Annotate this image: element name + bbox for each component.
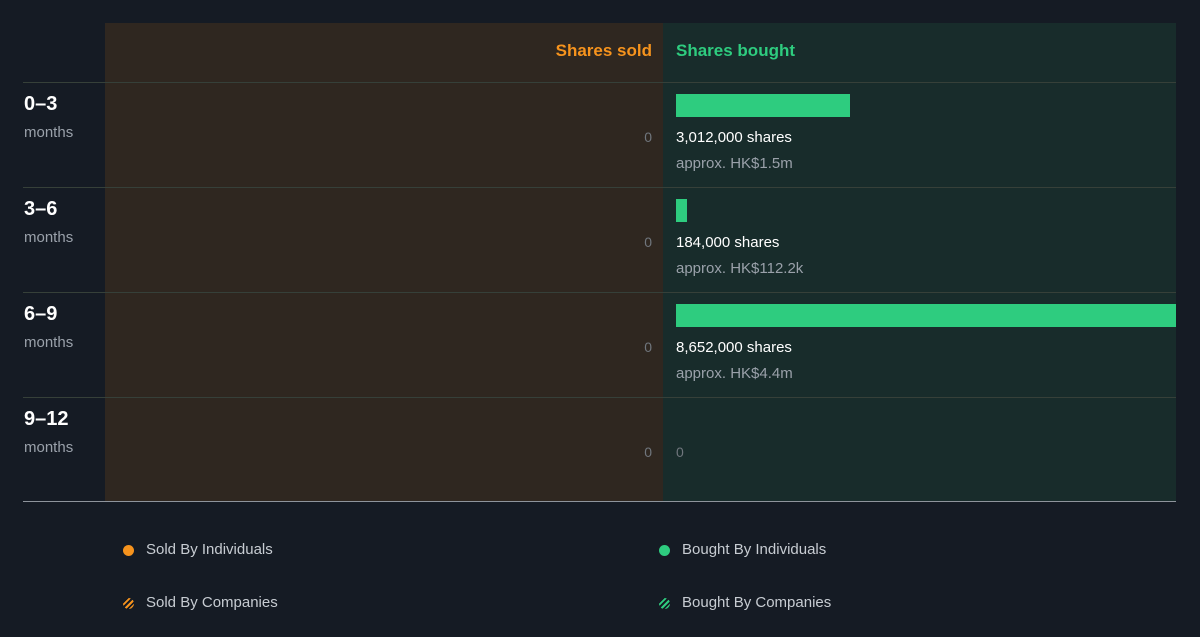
row-divider bbox=[23, 397, 1176, 398]
row-label-0-3: 0–3 months bbox=[24, 92, 73, 142]
sold-value: 0 bbox=[644, 339, 652, 355]
bought-zero-value: 0 bbox=[676, 444, 684, 460]
insider-trading-chart: Shares sold Shares bought 0–3 months 0 3… bbox=[0, 0, 1200, 637]
legend-sold-individuals: Sold By Individuals bbox=[146, 541, 273, 558]
bought-bar bbox=[676, 94, 850, 117]
sold-companies-striped-icon bbox=[123, 598, 134, 609]
bought-approx-value: approx. HK$1.5m bbox=[676, 155, 793, 172]
bought-approx-value: approx. HK$4.4m bbox=[676, 365, 793, 382]
row-range: 3–6 bbox=[24, 198, 58, 220]
bought-bar bbox=[676, 199, 687, 222]
shares-bought-header: Shares bought bbox=[676, 41, 796, 60]
sold-value: 0 bbox=[644, 129, 652, 145]
chart-baseline bbox=[23, 501, 1176, 502]
sold-individuals-dot-icon bbox=[123, 545, 134, 556]
row-label-6-9: 6–9 months bbox=[24, 302, 73, 352]
sold-value: 0 bbox=[644, 444, 652, 460]
row-unit: months bbox=[24, 229, 74, 246]
bought-bar bbox=[676, 304, 1176, 327]
bought-companies-striped-icon bbox=[659, 598, 670, 609]
bought-shares-label: 184,000 shares bbox=[676, 234, 780, 251]
row-divider bbox=[23, 82, 1176, 83]
shares-sold-header: Shares sold bbox=[555, 41, 652, 60]
row-range: 9–12 bbox=[24, 408, 69, 430]
row-divider bbox=[23, 292, 1176, 293]
row-range: 0–3 bbox=[24, 93, 58, 115]
row-unit: months bbox=[24, 334, 74, 351]
row-label-3-6: 3–6 months bbox=[24, 197, 73, 247]
legend-bought-individuals: Bought By Individuals bbox=[682, 541, 827, 558]
bought-individuals-dot-icon bbox=[659, 545, 670, 556]
bought-shares-label: 8,652,000 shares bbox=[676, 339, 792, 356]
row-unit: months bbox=[24, 439, 74, 456]
row-range: 6–9 bbox=[24, 303, 58, 325]
legend-bought-companies: Bought By Companies bbox=[682, 594, 832, 611]
legend-sold-companies: Sold By Companies bbox=[146, 594, 278, 611]
row-label-9-12: 9–12 months bbox=[24, 407, 73, 457]
shares-sold-panel bbox=[105, 23, 663, 501]
row-unit: months bbox=[24, 124, 74, 141]
row-divider bbox=[23, 187, 1176, 188]
sold-value: 0 bbox=[644, 234, 652, 250]
bought-shares-label: 3,012,000 shares bbox=[676, 129, 792, 146]
bought-approx-value: approx. HK$112.2k bbox=[676, 260, 804, 277]
